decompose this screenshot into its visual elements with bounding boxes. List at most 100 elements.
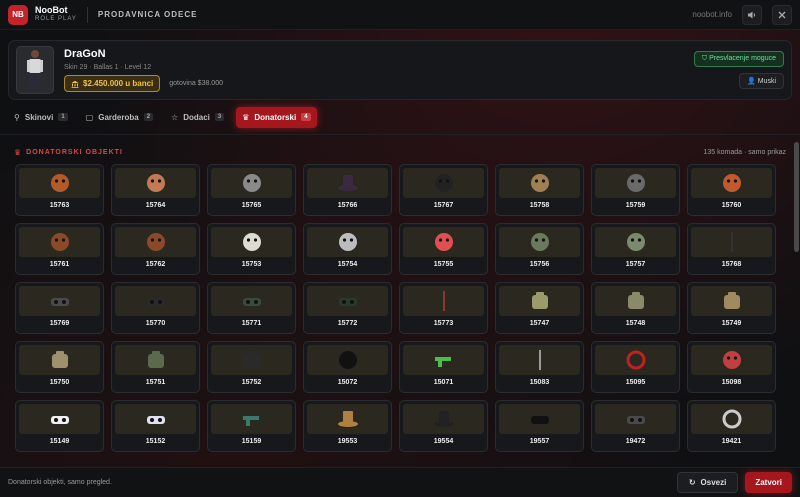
item-card[interactable]: 15766 [303, 164, 392, 216]
item-card[interactable]: 15773 [399, 282, 488, 334]
item-image [595, 404, 676, 434]
scrollbar-thumb[interactable] [794, 142, 799, 252]
item-card[interactable]: 15152 [111, 400, 200, 452]
scrollbar[interactable] [794, 142, 799, 464]
item-card[interactable]: 15768 [687, 223, 776, 275]
item-card[interactable]: 15758 [495, 164, 584, 216]
item-card[interactable]: 19472 [591, 400, 680, 452]
horse-mask-icon [50, 233, 69, 251]
headphones-icon [722, 409, 741, 429]
divider [86, 6, 88, 23]
tab-garderoba[interactable]: ▢ Garderoba 2 [80, 107, 159, 128]
divider [0, 134, 800, 135]
item-card[interactable]: 19553 [303, 400, 392, 452]
top-bar: NB NooBot ROLE PLAY PRODAVNICA ODECE noo… [0, 0, 800, 30]
item-card[interactable]: 15761 [15, 223, 104, 275]
items-grid: 15763 15764 15765 15766 15767 15758 15759 15760… [8, 164, 792, 452]
item-image [211, 286, 292, 316]
item-id: 15152 [145, 438, 166, 445]
brand-sub: ROLE PLAY [35, 15, 77, 22]
item-card[interactable]: 15755 [399, 223, 488, 275]
item-image [307, 286, 388, 316]
item-image [595, 227, 676, 257]
item-id: 15749 [721, 320, 742, 327]
item-card[interactable]: 15072 [303, 341, 392, 393]
close-window-button[interactable] [772, 4, 792, 25]
bank-icon [71, 80, 79, 88]
item-card[interactable]: 15159 [207, 400, 296, 452]
item-card[interactable]: 15083 [495, 341, 584, 393]
fox-mask-icon [722, 174, 741, 192]
item-image [403, 345, 484, 375]
item-card[interactable]: 15763 [15, 164, 104, 216]
axe-icon [538, 350, 541, 370]
item-id: 15773 [433, 320, 454, 327]
item-card[interactable]: 15752 [207, 341, 296, 393]
item-image [691, 345, 772, 375]
item-card[interactable]: 19557 [495, 400, 584, 452]
item-image [307, 345, 388, 375]
item-image [19, 345, 100, 375]
pistol-icon [242, 416, 259, 426]
item-image [211, 168, 292, 198]
player-meta: Skin 29 · Ballas 1 · Level 12 [64, 64, 152, 71]
staff-icon [442, 291, 445, 311]
bank-amount: $2.450.000 u banci [83, 79, 154, 88]
item-card[interactable]: 15769 [15, 282, 104, 334]
item-id: 15760 [721, 202, 742, 209]
item-id: 15769 [49, 320, 70, 327]
item-id: 15771 [241, 320, 262, 327]
volume-button[interactable] [742, 4, 762, 25]
item-card[interactable]: 15750 [15, 341, 104, 393]
item-image [19, 286, 100, 316]
site-link[interactable]: noobot.info [692, 10, 732, 19]
status-text: Presvlacenje moguce [709, 55, 776, 62]
eye-mask-icon [530, 416, 549, 424]
ring-icon [626, 350, 645, 370]
item-card[interactable]: 15747 [495, 282, 584, 334]
close-button[interactable]: Zatvori [745, 472, 792, 493]
owl-mask-icon [50, 174, 69, 192]
item-card[interactable]: 15764 [111, 164, 200, 216]
refresh-button[interactable]: ↻ Osvezi [676, 472, 739, 493]
item-card[interactable]: 15754 [303, 223, 392, 275]
bank-balance: $2.450.000 u banci [64, 75, 161, 92]
brand: NooBot ROLE PLAY [35, 5, 77, 24]
item-id: 15752 [241, 379, 262, 386]
item-card[interactable]: 15098 [687, 341, 776, 393]
item-card[interactable]: 15760 [687, 164, 776, 216]
item-card[interactable]: 15757 [591, 223, 680, 275]
item-card[interactable]: 15771 [207, 282, 296, 334]
item-image [595, 345, 676, 375]
item-card[interactable]: 15753 [207, 223, 296, 275]
item-card[interactable]: 15095 [591, 341, 680, 393]
item-card[interactable]: 15772 [303, 282, 392, 334]
item-card[interactable]: 15748 [591, 282, 680, 334]
item-card[interactable]: 15751 [111, 341, 200, 393]
tab-skinovi[interactable]: ⚲ Skinovi 1 [8, 107, 74, 128]
item-id: 15765 [241, 202, 262, 209]
item-card[interactable]: 15767 [399, 164, 488, 216]
item-id: 19553 [337, 438, 358, 445]
item-image [115, 404, 196, 434]
dark-mask-icon [434, 174, 453, 192]
item-id: 15755 [433, 261, 454, 268]
item-card[interactable]: 19421 [687, 400, 776, 452]
item-card[interactable]: 15759 [591, 164, 680, 216]
item-card[interactable]: 15071 [399, 341, 488, 393]
tab-donatorski[interactable]: ♛ Donatorski 4 [236, 106, 317, 128]
avatar [16, 46, 54, 94]
item-card[interactable]: 15765 [207, 164, 296, 216]
category-tabs: ⚲ Skinovi 1 ▢ Garderoba 2 ☆ Dodaci 3 ♛ D… [8, 106, 317, 128]
item-card[interactable]: 19554 [399, 400, 488, 452]
item-card[interactable]: 15770 [111, 282, 200, 334]
item-card[interactable]: 15756 [495, 223, 584, 275]
item-card[interactable]: 15762 [111, 223, 200, 275]
item-card[interactable]: 15149 [15, 400, 104, 452]
item-id: 15071 [433, 379, 454, 386]
tab-dodaci[interactable]: ☆ Dodaci 3 [165, 107, 230, 128]
clown-mask-icon [434, 233, 453, 251]
tab-count: 4 [301, 113, 311, 121]
item-card[interactable]: 15749 [687, 282, 776, 334]
item-id: 15149 [49, 438, 70, 445]
